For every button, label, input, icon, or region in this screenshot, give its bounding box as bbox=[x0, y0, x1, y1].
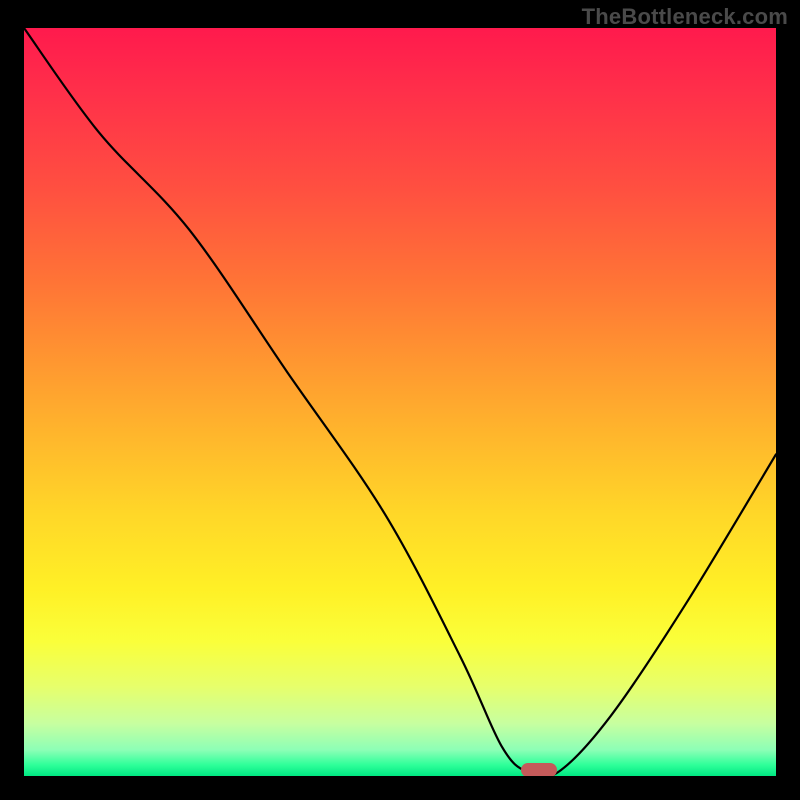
watermark-label: TheBottleneck.com bbox=[582, 4, 788, 30]
optimal-point-marker bbox=[521, 763, 557, 776]
plot-area bbox=[24, 28, 776, 776]
curve-layer bbox=[24, 28, 776, 776]
chart-frame: TheBottleneck.com bbox=[0, 0, 800, 800]
bottleneck-curve bbox=[24, 28, 776, 776]
